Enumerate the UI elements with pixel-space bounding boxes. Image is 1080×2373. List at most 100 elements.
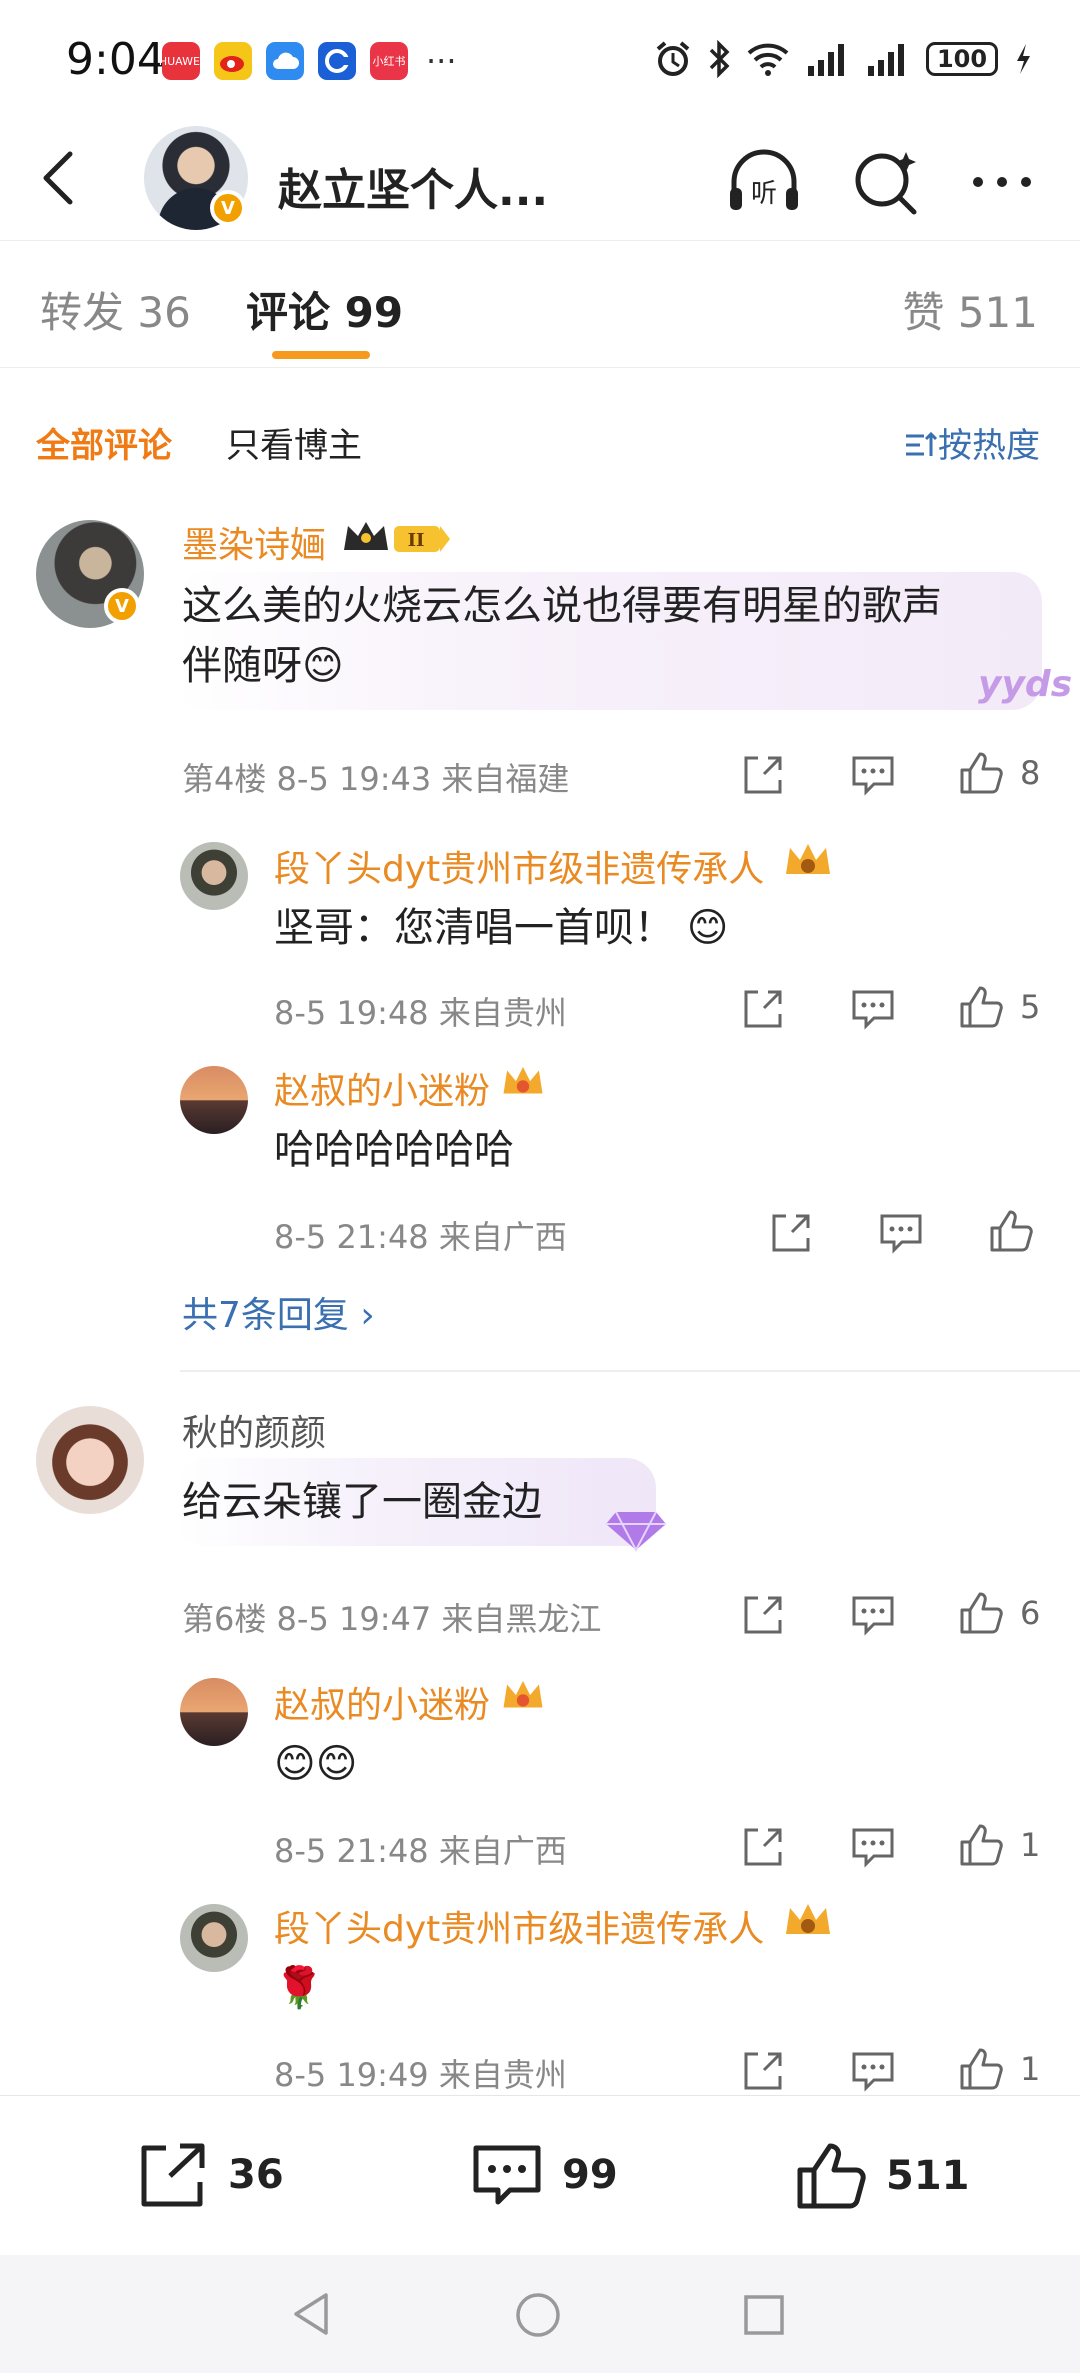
reply-avatar[interactable] <box>180 1066 248 1134</box>
battery-indicator: 100 <box>926 42 998 76</box>
crown-badge-icon <box>786 844 830 874</box>
like-icon[interactable] <box>958 1590 1004 1636</box>
verified-badge: V <box>104 588 140 624</box>
tab-reposts[interactable]: 转发 36 <box>40 279 191 340</box>
sort-button[interactable]: 按热度 <box>904 418 1040 467</box>
signal-icon-2 <box>868 44 904 76</box>
reply-meta: 8-5 21:48 来自广西 <box>274 1218 567 1256</box>
like-count: 8 <box>1020 754 1041 792</box>
charging-icon <box>1017 44 1030 74</box>
tab-likes[interactable]: 赞 511 <box>902 279 1038 340</box>
bottom-action-bar: 36 99 511 <box>0 2095 1080 2255</box>
crown-badge-icon <box>503 1066 543 1094</box>
back-icon[interactable] <box>36 148 82 208</box>
nav-home-icon[interactable] <box>514 2291 562 2339</box>
browser-app-icon <box>318 42 356 80</box>
yyds-sticker: yyds <box>978 664 1073 705</box>
like-total: 511 <box>886 2153 970 2199</box>
alarm-icon <box>656 41 690 76</box>
reply-icon[interactable] <box>850 2048 896 2094</box>
share-icon[interactable] <box>740 986 786 1032</box>
filter-host-only[interactable]: 只看博主 <box>226 418 362 467</box>
huawei-app-icon: HUAWEI <box>159 42 203 80</box>
nav-back-icon[interactable] <box>290 2291 334 2337</box>
comment-button[interactable]: 99 <box>470 2140 618 2210</box>
repost-icon <box>141 2143 205 2207</box>
like-count: 1 <box>1020 2050 1041 2088</box>
status-indicators: 100 <box>654 40 1032 78</box>
comment-meta: 第4楼 8-5 19:43 来自福建 <box>182 760 570 798</box>
reply-text: 🌹 <box>274 1965 324 2011</box>
verified-badge: V <box>210 190 246 226</box>
bluetooth-icon <box>709 40 730 78</box>
search-icon[interactable] <box>846 142 926 222</box>
wifi-icon <box>747 43 789 76</box>
header: V 赵立坚个人... 听 <box>0 120 1080 238</box>
reply-avatar[interactable] <box>180 842 248 910</box>
commenter-name[interactable]: 墨染诗婳 <box>182 516 326 568</box>
repost-count: 36 <box>228 2152 284 2198</box>
xiaohongshu-app-icon: 小红书 <box>370 42 408 80</box>
reply-icon[interactable] <box>850 752 896 798</box>
like-count: 6 <box>1020 1594 1041 1632</box>
page-title[interactable]: 赵立坚个人... <box>278 154 548 218</box>
active-tab-indicator <box>272 351 370 359</box>
cloud-app-icon <box>266 42 304 80</box>
reply-avatar[interactable] <box>180 1904 248 1972</box>
svg-text:听: 听 <box>751 179 777 209</box>
listen-icon[interactable]: 听 <box>724 142 804 222</box>
reply-meta: 8-5 19:48 来自贵州 <box>274 994 567 1032</box>
tab-comments[interactable]: 评论 99 <box>246 279 403 340</box>
like-icon[interactable] <box>958 984 1004 1030</box>
like-icon[interactable] <box>958 750 1004 796</box>
share-icon[interactable] <box>740 2048 786 2094</box>
reply-name[interactable]: 段丫头dyt贵州市级非遗传承人 <box>274 840 764 892</box>
crown-badge-icon <box>503 1680 543 1708</box>
view-more-replies-link[interactable]: 共7条回复 › <box>182 1286 375 1338</box>
sort-icon <box>906 431 938 456</box>
reply-icon[interactable] <box>850 1824 896 1870</box>
comment-icon <box>473 2145 541 2205</box>
system-navigation-bar <box>0 2255 1080 2373</box>
diamond-sticker-icon <box>606 1511 666 1553</box>
reply-name[interactable]: 赵叔的小迷粉 <box>274 1062 490 1114</box>
weibo-app-icon <box>214 42 252 80</box>
reply-icon[interactable] <box>878 1210 924 1256</box>
commenter-avatar[interactable] <box>36 1406 144 1514</box>
like-icon[interactable] <box>988 1208 1034 1254</box>
like-button[interactable]: 511 <box>794 2140 970 2212</box>
reply-icon[interactable] <box>850 986 896 1032</box>
reply-text: 坚哥：您清唱一首呗！ 😊 <box>274 905 729 951</box>
reply-text: 😊😊 <box>274 1741 358 1787</box>
comment-meta: 第6楼 8-5 19:47 来自黑龙江 <box>182 1600 602 1638</box>
reply-meta: 8-5 21:48 来自广西 <box>274 1832 567 1870</box>
more-options-icon[interactable] <box>962 142 1042 222</box>
like-icon[interactable] <box>958 2046 1004 2092</box>
like-count: 1 <box>1020 1826 1041 1864</box>
share-icon[interactable] <box>768 1210 814 1256</box>
comment-text-line1: 这么美的火烧云怎么说也得要有明星的歌声 <box>182 583 942 629</box>
reply-name[interactable]: 段丫头dyt贵州市级非遗传承人 <box>274 1900 764 1952</box>
reply-avatar[interactable] <box>180 1678 248 1746</box>
comment-text-line1: 给云朵镶了一圈金边 <box>182 1479 542 1525</box>
repost-button[interactable]: 36 <box>136 2140 284 2210</box>
share-icon[interactable] <box>740 1592 786 1638</box>
filter-all-comments[interactable]: 全部评论 <box>36 418 172 467</box>
nav-recents-icon[interactable] <box>742 2293 786 2337</box>
sort-label: 按热度 <box>938 426 1040 466</box>
like-icon[interactable] <box>958 1822 1004 1868</box>
share-icon[interactable] <box>740 1824 786 1870</box>
crown-badge-icon <box>786 1904 830 1934</box>
comment-divider <box>180 1370 1080 1372</box>
signal-icon <box>808 44 844 76</box>
comment-filter-bar: 全部评论 只看博主 按热度 <box>0 400 1080 480</box>
commenter-name[interactable]: 秋的颜颜 <box>182 1404 326 1456</box>
share-icon[interactable] <box>740 752 786 798</box>
like-count: 5 <box>1020 988 1041 1026</box>
comment-text-line2: 伴随呀😊 <box>182 643 344 689</box>
reply-name[interactable]: 赵叔的小迷粉 <box>274 1676 490 1728</box>
reply-icon[interactable] <box>850 1592 896 1638</box>
notification-apps: HUAWEI 小红书 ··· <box>159 42 457 80</box>
reply-text: 哈哈哈哈哈哈 <box>274 1127 514 1173</box>
more-notifications: ··· <box>426 42 457 80</box>
